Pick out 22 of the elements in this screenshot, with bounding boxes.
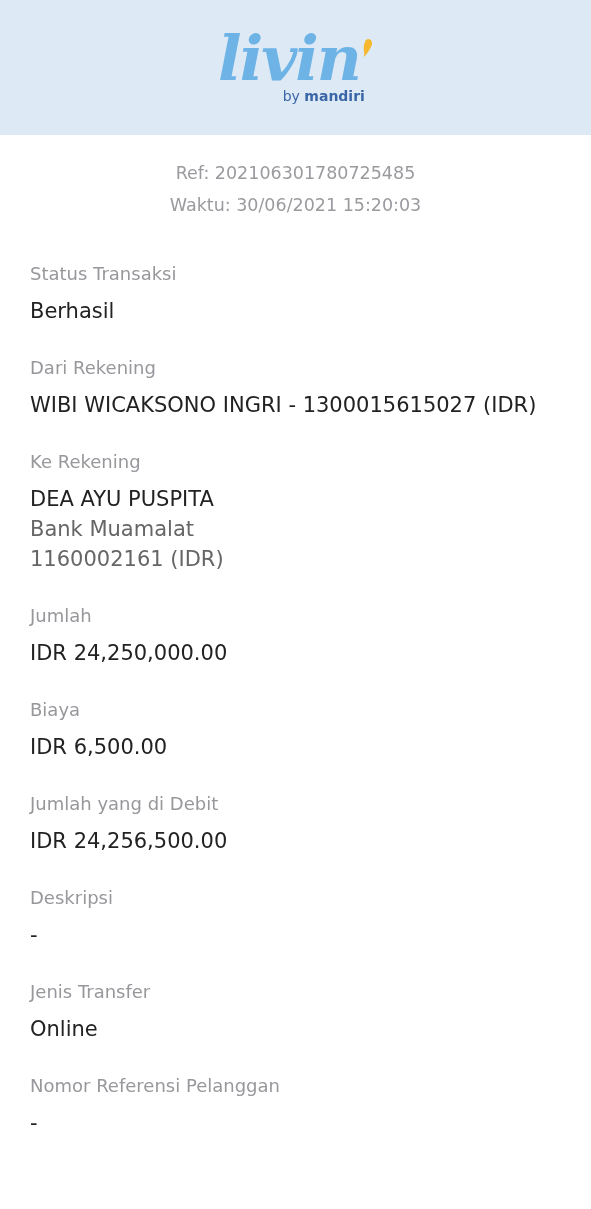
field-label: Ke Rekening bbox=[30, 450, 142, 474]
field-value: WIBI WICAKSONO INGRI - 1300015615027 (IDR) bbox=[30, 392, 538, 419]
field-value: IDR 6,500.00 bbox=[30, 734, 169, 761]
field-value: Berhasil bbox=[30, 298, 116, 325]
field-label: Deskripsi bbox=[30, 886, 114, 910]
field-label: Jumlah bbox=[30, 604, 93, 628]
field-value: Bank Muamalat bbox=[30, 516, 195, 543]
transaction-time: Waktu: 30/06/2021 15:20:03 bbox=[169, 194, 422, 217]
field-value: IDR 24,256,500.00 bbox=[30, 828, 229, 855]
field-value: Online bbox=[30, 1016, 99, 1043]
field-value: - bbox=[30, 922, 39, 949]
field-value: 1160002161 (IDR) bbox=[30, 546, 225, 573]
field-value: - bbox=[30, 1110, 39, 1137]
reference-number: Ref: 202106301780725485 bbox=[175, 162, 416, 185]
field-label: Jenis Transfer bbox=[30, 980, 152, 1004]
field-value: IDR 24,250,000.00 bbox=[30, 640, 229, 667]
field-label: Jumlah yang di Debit bbox=[30, 792, 220, 816]
field-value: DEA AYU PUSPITA bbox=[30, 486, 215, 513]
field-label: Nomor Referensi Pelanggan bbox=[30, 1074, 281, 1098]
field-label: Biaya bbox=[30, 698, 82, 722]
field-label: Dari Rekening bbox=[30, 356, 157, 380]
field-label: Status Transaksi bbox=[30, 262, 178, 286]
